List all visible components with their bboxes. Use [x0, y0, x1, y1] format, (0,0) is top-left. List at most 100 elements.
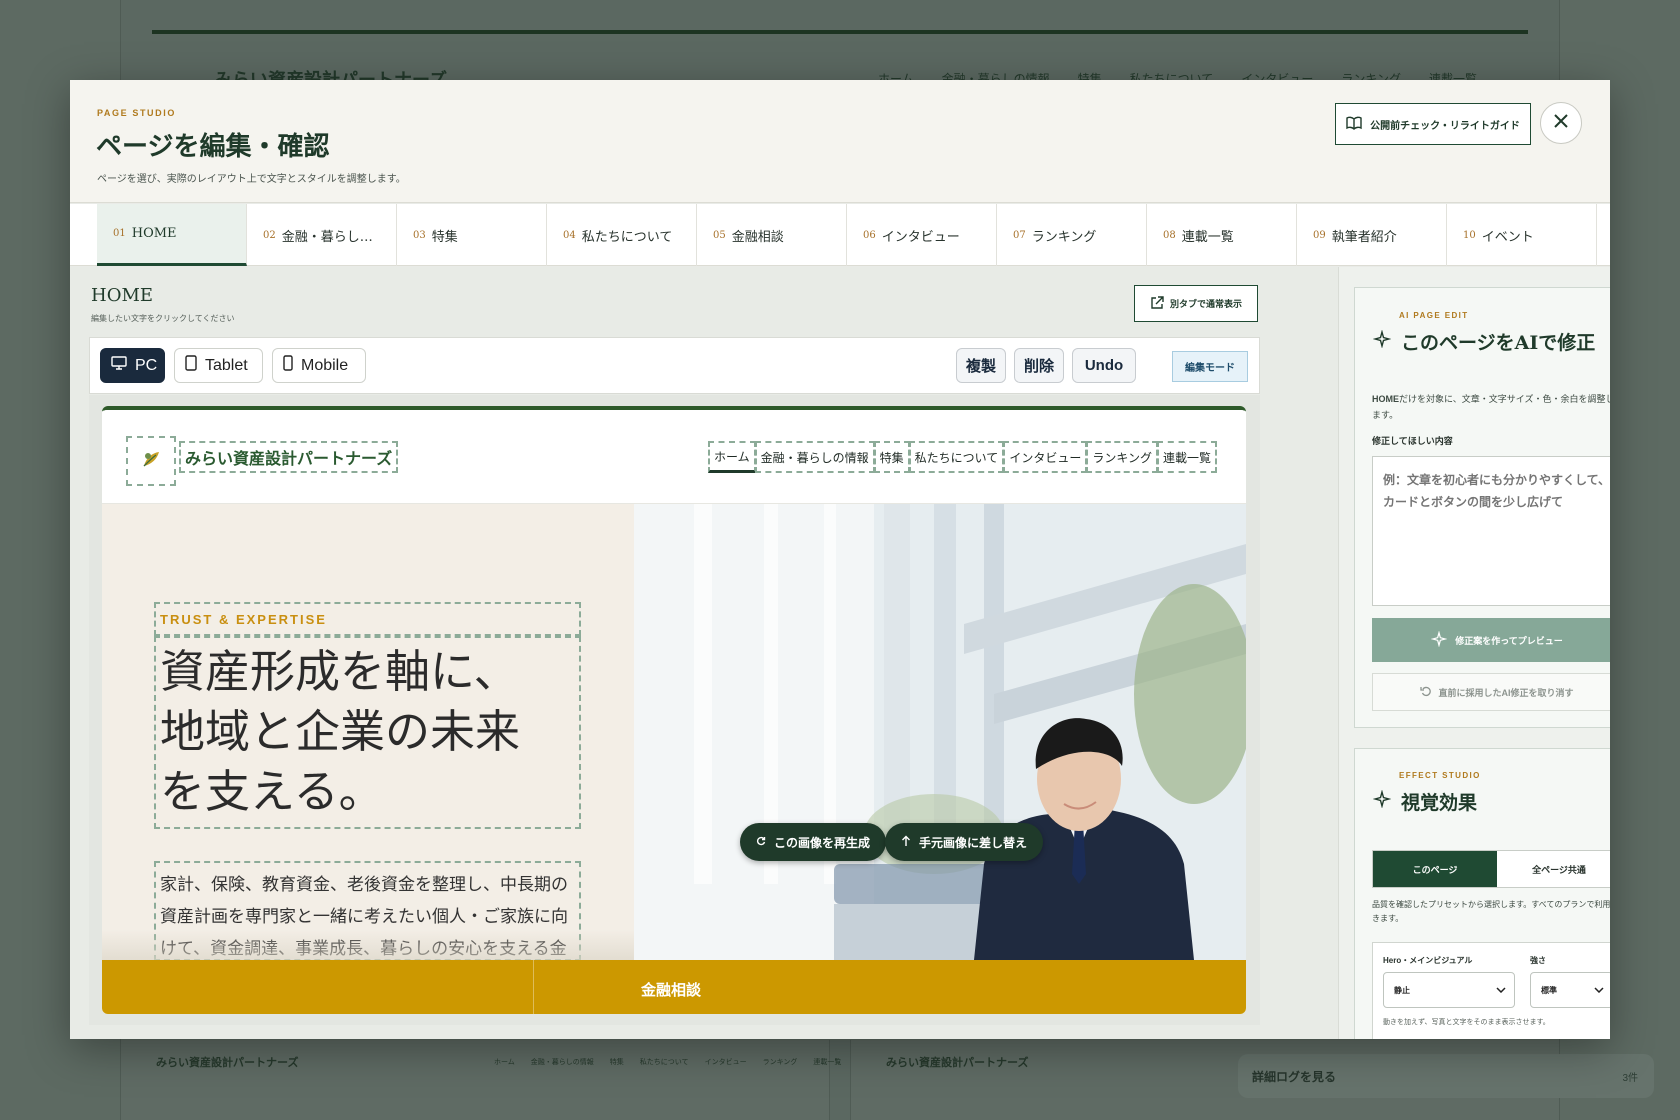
- detail-log-count: 3件: [1622, 1072, 1638, 1084]
- hero-kicker[interactable]: TRUST & EXPERTISE: [154, 602, 581, 636]
- device-tablet-label: Tablet: [205, 356, 248, 374]
- detail-log-button[interactable]: 詳細ログを見る 3件: [1238, 1054, 1654, 1098]
- close-icon: [1553, 113, 1569, 134]
- sparkle-icon: [1372, 329, 1392, 353]
- ai-edit-desc-text: だけを対象に、文章・文字サイズ・色・余白を調整します。: [1372, 394, 1610, 420]
- delete-button[interactable]: 削除: [1014, 348, 1064, 383]
- consultation-cta[interactable]: 金融相談: [534, 960, 1246, 1014]
- hero-effect-label: Hero・メインビジュアル: [1383, 956, 1473, 965]
- site-nav-ranking[interactable]: ランキング: [1086, 441, 1158, 473]
- page-studio-modal: PAGE STUDIO ページを編集・確認 ページを選び、実際のレイアウト上で文…: [70, 80, 1610, 1039]
- tablet-icon: [185, 355, 197, 376]
- tab-label: インタビュー: [881, 229, 960, 245]
- sparkle-icon: [1372, 789, 1392, 813]
- site-preview: みらい資産設計パートナーズ ホーム 金融・暮らしの情報 特集 私たちについて イ…: [102, 406, 1246, 1014]
- device-mobile-label: Mobile: [301, 356, 349, 374]
- background-footer-nav-item: インタビュー: [704, 1059, 747, 1066]
- undo-icon: [1420, 685, 1432, 699]
- tab-ranking[interactable]: 07 ランキング: [997, 204, 1147, 266]
- effect-title: 視覚効果: [1401, 792, 1478, 814]
- ai-edit-description: HOMEだけを対象に、文章・文字サイズ・色・余白を調整します。: [1372, 391, 1610, 423]
- ai-edit-title-row: このページをAIで修正: [1372, 328, 1596, 355]
- close-button[interactable]: [1540, 102, 1582, 144]
- undo-ai-edit-label: 直前に採用したAI修正を取り消す: [1438, 687, 1574, 698]
- refresh-icon: [756, 835, 766, 849]
- chevron-down-icon: [1496, 986, 1506, 995]
- tab-label: イベント: [1481, 229, 1534, 245]
- edit-mode-toggle[interactable]: 編集モード: [1172, 351, 1248, 382]
- site-nav-series[interactable]: 連載一覧: [1156, 441, 1217, 473]
- modal-header: PAGE STUDIO ページを編集・確認 ページを選び、実際のレイアウト上で文…: [70, 80, 1610, 203]
- tab-number: 01: [113, 228, 126, 239]
- site-logo[interactable]: [126, 436, 176, 486]
- site-nav-home[interactable]: ホーム: [708, 441, 756, 473]
- hero-image[interactable]: [634, 504, 1246, 960]
- hero-section: TRUST & EXPERTISE 資産形成を軸に、 地域と企業の未来 を支える…: [102, 504, 1246, 961]
- effect-studio-card: EFFECT STUDIO 視覚効果 このページ 全ページ共通 品質を確認したプ…: [1354, 748, 1610, 1039]
- tab-number: 08: [1163, 229, 1176, 241]
- site-brand[interactable]: みらい資産設計パートナーズ: [179, 441, 399, 473]
- upload-icon: [901, 835, 911, 850]
- tab-finance-life[interactable]: 02 金融・暮らし…: [247, 204, 397, 266]
- background-footer-nav-item: 特集: [609, 1059, 624, 1066]
- editor-toolbar: PC Tablet Mobile 複製 削除 Undo 編集モード: [89, 337, 1260, 394]
- strength-select[interactable]: 標準: [1530, 972, 1610, 1008]
- open-new-tab-button[interactable]: 別タブで通常表示: [1134, 285, 1258, 322]
- tab-features[interactable]: 03 特集: [397, 204, 547, 266]
- background-footer-nav-item: ランキング: [762, 1059, 798, 1066]
- tab-label: 金融相談: [731, 229, 784, 245]
- replace-image-label: 手元画像に差し替え: [919, 835, 1028, 850]
- tab-number: 05: [713, 229, 726, 241]
- tab-authors[interactable]: 09 執筆者紹介: [1297, 204, 1447, 266]
- tab-about[interactable]: 04 私たちについて: [547, 204, 697, 266]
- tab-series[interactable]: 08 連載一覧: [1147, 204, 1297, 266]
- ai-edit-label: 修正してほしい内容: [1372, 436, 1453, 446]
- undo-button[interactable]: Undo: [1072, 348, 1136, 383]
- tab-number: 10: [1463, 229, 1476, 241]
- background-footer-nav-item: ホーム: [494, 1059, 515, 1066]
- hero-effect-select[interactable]: 静止: [1383, 972, 1515, 1008]
- regenerate-image-button[interactable]: この画像を再生成: [740, 823, 887, 861]
- device-mobile-button[interactable]: Mobile: [272, 348, 366, 383]
- site-nav-finance[interactable]: 金融・暮らしの情報: [754, 441, 875, 473]
- site-nav: ホーム 金融・暮らしの情報 特集 私たちについて インタビュー ランキング 連載…: [708, 441, 1217, 473]
- tab-number: 07: [1013, 229, 1026, 241]
- effect-eyebrow: EFFECT STUDIO: [1399, 771, 1481, 780]
- tab-label: 執筆者紹介: [1331, 229, 1397, 245]
- device-pc-button[interactable]: PC: [100, 348, 165, 383]
- ai-edit-title: このページをAIで修正: [1401, 332, 1596, 354]
- effect-title-row: 視覚効果: [1372, 788, 1478, 815]
- cta-bar: 金融相談: [102, 960, 1246, 1014]
- side-panel: AI PAGE EDIT このページをAIで修正 HOMEだけを対象に、文章・文…: [1338, 267, 1610, 1039]
- tab-number: 02: [263, 229, 276, 241]
- site-nav-interview[interactable]: インタビュー: [1003, 441, 1088, 473]
- tab-label: HOME: [131, 226, 177, 241]
- strength-value: 標準: [1541, 985, 1557, 995]
- external-link-icon: [1150, 295, 1164, 312]
- mobile-icon: [283, 355, 293, 376]
- background-card-left: [120, 1040, 830, 1120]
- tab-home[interactable]: 01 HOME: [97, 204, 247, 266]
- ai-edit-input[interactable]: [1372, 456, 1610, 606]
- replace-image-button[interactable]: 手元画像に差し替え: [885, 823, 1044, 861]
- tab-events[interactable]: 10 イベント: [1447, 204, 1597, 266]
- publish-guide-button[interactable]: 公開前チェック・リライトガイド: [1335, 103, 1531, 145]
- modal-title: ページを編集・確認: [96, 132, 330, 162]
- tab-label: 特集: [431, 229, 458, 245]
- strength-label: 強さ: [1530, 956, 1546, 965]
- page-hint: 編集したい文字をクリックしてください: [91, 314, 235, 323]
- device-tablet-button[interactable]: Tablet: [174, 348, 263, 383]
- undo-ai-edit-button[interactable]: 直前に採用したAI修正を取り消す: [1372, 673, 1610, 711]
- device-pc-label: PC: [135, 356, 158, 374]
- tab-consultation[interactable]: 05 金融相談: [697, 204, 847, 266]
- tab-interview[interactable]: 06 インタビュー: [847, 204, 997, 266]
- scope-this-page[interactable]: このページ: [1373, 851, 1497, 887]
- site-nav-features[interactable]: 特集: [873, 441, 910, 473]
- hero-headline[interactable]: 資産形成を軸に、 地域と企業の未来 を支える。: [154, 636, 581, 829]
- site-nav-about[interactable]: 私たちについて: [908, 441, 1005, 473]
- generate-preview-button[interactable]: 修正案を作ってプレビュー: [1372, 618, 1610, 662]
- background-footer-nav-item: 私たちについて: [639, 1059, 689, 1066]
- duplicate-button[interactable]: 複製: [956, 348, 1006, 383]
- publish-guide-label: 公開前チェック・リライトガイド: [1370, 120, 1520, 132]
- scope-all-pages[interactable]: 全ページ共通: [1497, 851, 1610, 887]
